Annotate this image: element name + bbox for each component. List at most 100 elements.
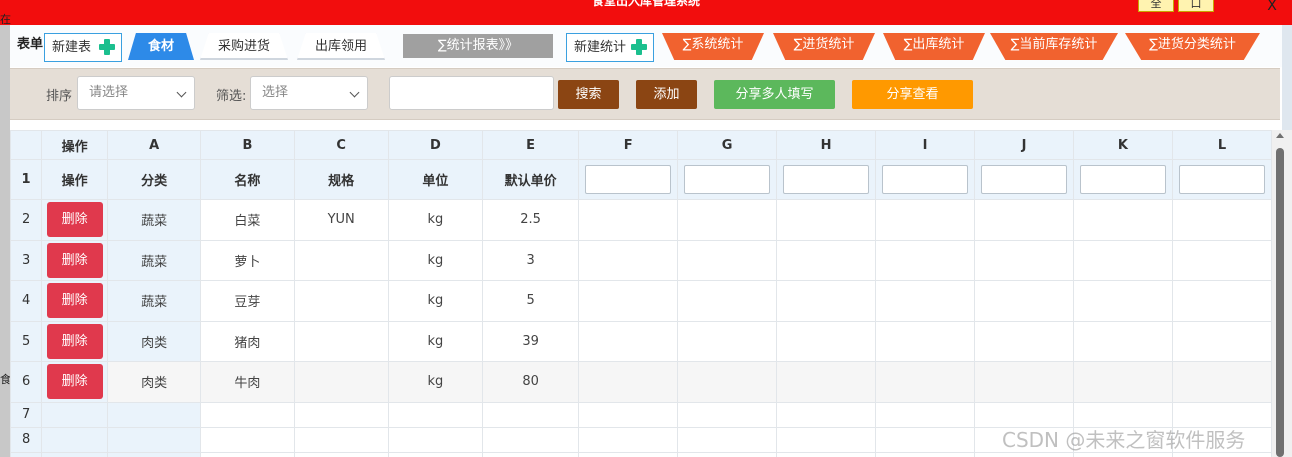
cell-name[interactable]: 萝卜 xyxy=(200,239,295,281)
col-header[interactable]: D xyxy=(387,130,483,160)
tab-ingredients[interactable]: 食材 xyxy=(128,33,194,60)
cell[interactable] xyxy=(578,280,679,322)
cell[interactable] xyxy=(1072,320,1173,362)
cell[interactable] xyxy=(875,199,976,241)
cell[interactable] xyxy=(875,320,976,362)
field-header[interactable]: 单位 xyxy=(387,159,483,200)
cell-name[interactable]: 牛肉 xyxy=(200,361,295,403)
col-header[interactable]: G xyxy=(677,130,778,160)
tab-purchase[interactable]: 采购进货 xyxy=(200,33,288,60)
cell[interactable] xyxy=(875,239,976,281)
cell[interactable] xyxy=(677,239,778,281)
cell[interactable] xyxy=(677,199,778,241)
header-input[interactable] xyxy=(1178,165,1265,194)
cell[interactable] xyxy=(481,401,580,428)
scrollbar-thumb[interactable] xyxy=(1276,148,1284,457)
cell-price[interactable]: 3 xyxy=(481,239,580,281)
cell-category[interactable]: 肉类 xyxy=(107,320,202,362)
cell[interactable] xyxy=(578,320,679,362)
col-header[interactable]: A xyxy=(107,130,202,160)
cell[interactable] xyxy=(1171,280,1272,322)
cell-spec[interactable] xyxy=(293,361,389,403)
cell[interactable] xyxy=(875,426,976,453)
cell-spec[interactable] xyxy=(293,280,389,322)
header-input[interactable] xyxy=(1079,165,1166,194)
header-input[interactable] xyxy=(783,165,870,194)
cell[interactable] xyxy=(776,320,877,362)
stat-outbound[interactable]: ∑出库统计 xyxy=(883,33,985,60)
cell-name[interactable]: 猪肉 xyxy=(200,320,295,362)
cell[interactable] xyxy=(974,199,1074,241)
cell-name[interactable]: 白菜 xyxy=(200,199,295,241)
col-header[interactable]: L xyxy=(1171,130,1272,160)
cell[interactable] xyxy=(387,426,483,453)
cell[interactable] xyxy=(578,401,679,428)
field-header[interactable]: 规格 xyxy=(293,159,389,200)
field-header[interactable]: 默认单价 xyxy=(481,159,580,200)
close-button[interactable]: X xyxy=(1254,0,1290,13)
cell[interactable] xyxy=(293,426,389,453)
field-header[interactable]: 名称 xyxy=(200,159,295,200)
cell[interactable] xyxy=(1171,361,1272,403)
cell[interactable] xyxy=(974,320,1074,362)
vertical-scrollbar[interactable] xyxy=(1272,130,1292,457)
col-header[interactable]: E xyxy=(481,130,580,160)
cell[interactable] xyxy=(677,426,778,453)
cell[interactable] xyxy=(875,280,976,322)
search-input[interactable] xyxy=(389,76,554,110)
share-multi-button[interactable]: 分享多人填写 xyxy=(714,80,835,109)
cell-price[interactable]: 2.5 xyxy=(481,199,580,241)
delete-button[interactable]: 删除 xyxy=(46,242,103,278)
cell[interactable] xyxy=(974,280,1074,322)
cell[interactable] xyxy=(776,401,877,428)
cell[interactable] xyxy=(974,239,1074,281)
col-header[interactable]: K xyxy=(1072,130,1173,160)
cell-price[interactable]: 39 xyxy=(481,320,580,362)
cell-spec[interactable] xyxy=(293,320,389,362)
cell[interactable] xyxy=(578,451,679,457)
col-header[interactable]: C xyxy=(293,130,389,160)
stat-system[interactable]: ∑系统统计 xyxy=(662,33,764,60)
cell-spec[interactable]: YUN xyxy=(293,199,389,241)
cell-unit[interactable]: kg xyxy=(387,320,483,362)
delete-button[interactable]: 删除 xyxy=(46,364,103,400)
tab-reports[interactable]: ∑统计报表》》 xyxy=(403,34,553,58)
cell[interactable] xyxy=(481,451,580,457)
stat-inventory[interactable]: ∑当前库存统计 xyxy=(990,33,1118,60)
field-header[interactable]: 分类 xyxy=(107,159,202,200)
stat-purchase-category[interactable]: ∑进货分类统计 xyxy=(1125,33,1260,60)
cell[interactable] xyxy=(875,451,976,457)
cell[interactable] xyxy=(677,361,778,403)
cell[interactable] xyxy=(776,451,877,457)
cell[interactable] xyxy=(1072,280,1173,322)
filter-select[interactable]: 选择 xyxy=(250,76,368,110)
col-header[interactable]: F xyxy=(578,130,679,160)
cell-unit[interactable]: kg xyxy=(387,361,483,403)
cell[interactable] xyxy=(677,451,778,457)
cell-spec[interactable] xyxy=(293,239,389,281)
cell-name[interactable]: 豆芽 xyxy=(200,280,295,322)
header-input[interactable] xyxy=(882,165,969,194)
delete-button[interactable]: 删除 xyxy=(46,202,103,238)
cell[interactable] xyxy=(107,401,202,428)
cell[interactable] xyxy=(677,320,778,362)
cell[interactable] xyxy=(1171,239,1272,281)
cell[interactable] xyxy=(1072,199,1173,241)
scroll-up-icon[interactable] xyxy=(1276,133,1284,138)
cell[interactable] xyxy=(1072,239,1173,281)
new-table-button[interactable]: 新建表 xyxy=(44,33,122,62)
fullscreen-button[interactable]: 全 xyxy=(1138,0,1174,12)
add-button[interactable]: 添加 xyxy=(636,80,697,109)
search-button[interactable]: 搜索 xyxy=(558,80,619,109)
delete-button[interactable]: 删除 xyxy=(46,323,103,359)
header-input[interactable] xyxy=(684,165,771,194)
cell[interactable] xyxy=(107,426,202,453)
new-stat-button[interactable]: 新建统计 xyxy=(566,33,654,62)
cell-unit[interactable]: kg xyxy=(387,239,483,281)
cell[interactable] xyxy=(200,426,295,453)
cell[interactable] xyxy=(776,199,877,241)
delete-button[interactable]: 删除 xyxy=(46,283,103,319)
cell[interactable] xyxy=(481,426,580,453)
cell[interactable] xyxy=(1072,361,1173,403)
cell[interactable] xyxy=(578,361,679,403)
